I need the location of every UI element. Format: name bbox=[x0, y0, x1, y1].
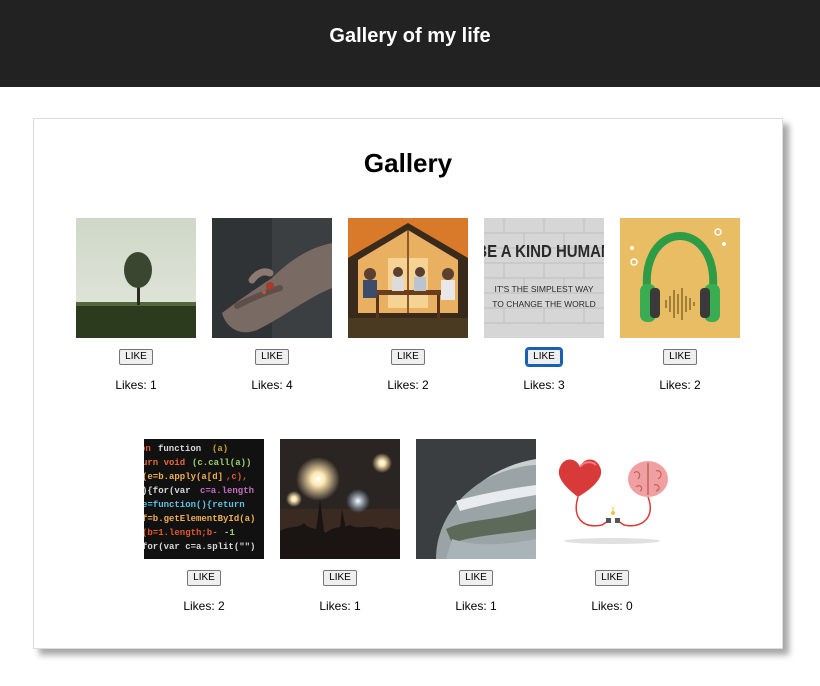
svg-text:,c),: ,c), bbox=[226, 472, 248, 482]
like-button[interactable]: LIKE bbox=[255, 349, 289, 365]
gallery-item: BE A KIND HUMAN IT'S THE SIMPLEST WAY TO… bbox=[484, 218, 604, 392]
svg-text:on: on bbox=[144, 444, 151, 454]
svg-text:for(var c=a.split(""): for(var c=a.split("") bbox=[144, 542, 255, 552]
top-bar: Gallery of my life bbox=[0, 0, 820, 87]
gallery-item: on function (a) urn void (c.call(a)) (e=b.a… bbox=[144, 439, 264, 613]
wall-text-main: BE A KIND HUMAN bbox=[484, 242, 604, 261]
svg-text:function: function bbox=[158, 444, 201, 454]
gallery-item: LIKE Likes: 0 bbox=[552, 439, 672, 613]
svg-text:-1: -1 bbox=[224, 528, 235, 538]
likes-count: Likes: 0 bbox=[591, 599, 633, 613]
gallery-card: Gallery LIKE Likes: 1 LIKE Likes: 4 LIKE… bbox=[33, 118, 783, 649]
like-button[interactable]: LIKE bbox=[119, 349, 153, 365]
svg-text:e=function(){return: e=function(){return bbox=[144, 500, 245, 510]
like-button[interactable]: LIKE bbox=[595, 570, 629, 586]
like-button[interactable]: LIKE bbox=[525, 347, 563, 367]
likes-count: Likes: 1 bbox=[455, 599, 497, 613]
photo-concert bbox=[280, 439, 400, 559]
wall-text-line2: TO CHANGE THE WORLD bbox=[492, 299, 596, 309]
photo-dinner-outdoors bbox=[348, 218, 468, 338]
like-button[interactable]: LIKE bbox=[663, 349, 697, 365]
like-button[interactable]: LIKE bbox=[323, 570, 357, 586]
photo-kind-human-wall: BE A KIND HUMAN IT'S THE SIMPLEST WAY TO… bbox=[484, 218, 604, 338]
photo-airplane-window bbox=[416, 439, 536, 559]
svg-text:){for(var: ){for(var bbox=[144, 486, 191, 496]
svg-text:urn void: urn void bbox=[144, 458, 185, 468]
svg-text:f=b.getElementById(a): f=b.getElementById(a) bbox=[144, 514, 255, 524]
site-title: Gallery of my life bbox=[329, 25, 491, 47]
likes-count: Likes: 4 bbox=[251, 378, 293, 392]
gallery-item: LIKE Likes: 1 bbox=[416, 439, 536, 613]
gallery-item: LIKE Likes: 1 bbox=[76, 218, 196, 392]
svg-text:(b=1.length;b-: (b=1.length;b- bbox=[144, 528, 218, 538]
like-button[interactable]: LIKE bbox=[459, 570, 493, 586]
photo-code-screen: on function (a) urn void (c.call(a)) (e=b.a… bbox=[144, 439, 264, 559]
photo-heart-brain bbox=[552, 439, 672, 559]
gallery-item: LIKE Likes: 1 bbox=[280, 439, 400, 613]
likes-count: Likes: 1 bbox=[115, 378, 157, 392]
like-button[interactable]: LIKE bbox=[187, 570, 221, 586]
svg-text:(a): (a) bbox=[212, 444, 228, 454]
svg-text:c=a.length: c=a.length bbox=[200, 486, 254, 496]
photo-hand bbox=[212, 218, 332, 338]
gallery-item: LIKE Likes: 2 bbox=[620, 218, 740, 392]
likes-count: Likes: 2 bbox=[659, 378, 701, 392]
svg-text:(e=b.apply(a[d]: (e=b.apply(a[d] bbox=[144, 472, 223, 482]
wall-text-line1: IT'S THE SIMPLEST WAY bbox=[494, 284, 593, 294]
likes-count: Likes: 1 bbox=[319, 599, 361, 613]
like-button[interactable]: LIKE bbox=[391, 349, 425, 365]
likes-count: Likes: 3 bbox=[523, 378, 565, 392]
likes-count: Likes: 2 bbox=[387, 378, 429, 392]
photo-lone-tree bbox=[76, 218, 196, 338]
photo-headphones bbox=[620, 218, 740, 338]
svg-text:(c.call(a)): (c.call(a)) bbox=[192, 458, 251, 468]
gallery-item: LIKE Likes: 4 bbox=[212, 218, 332, 392]
gallery-title: Gallery bbox=[363, 148, 453, 178]
gallery-item: LIKE Likes: 2 bbox=[348, 218, 468, 392]
likes-count: Likes: 2 bbox=[183, 599, 225, 613]
